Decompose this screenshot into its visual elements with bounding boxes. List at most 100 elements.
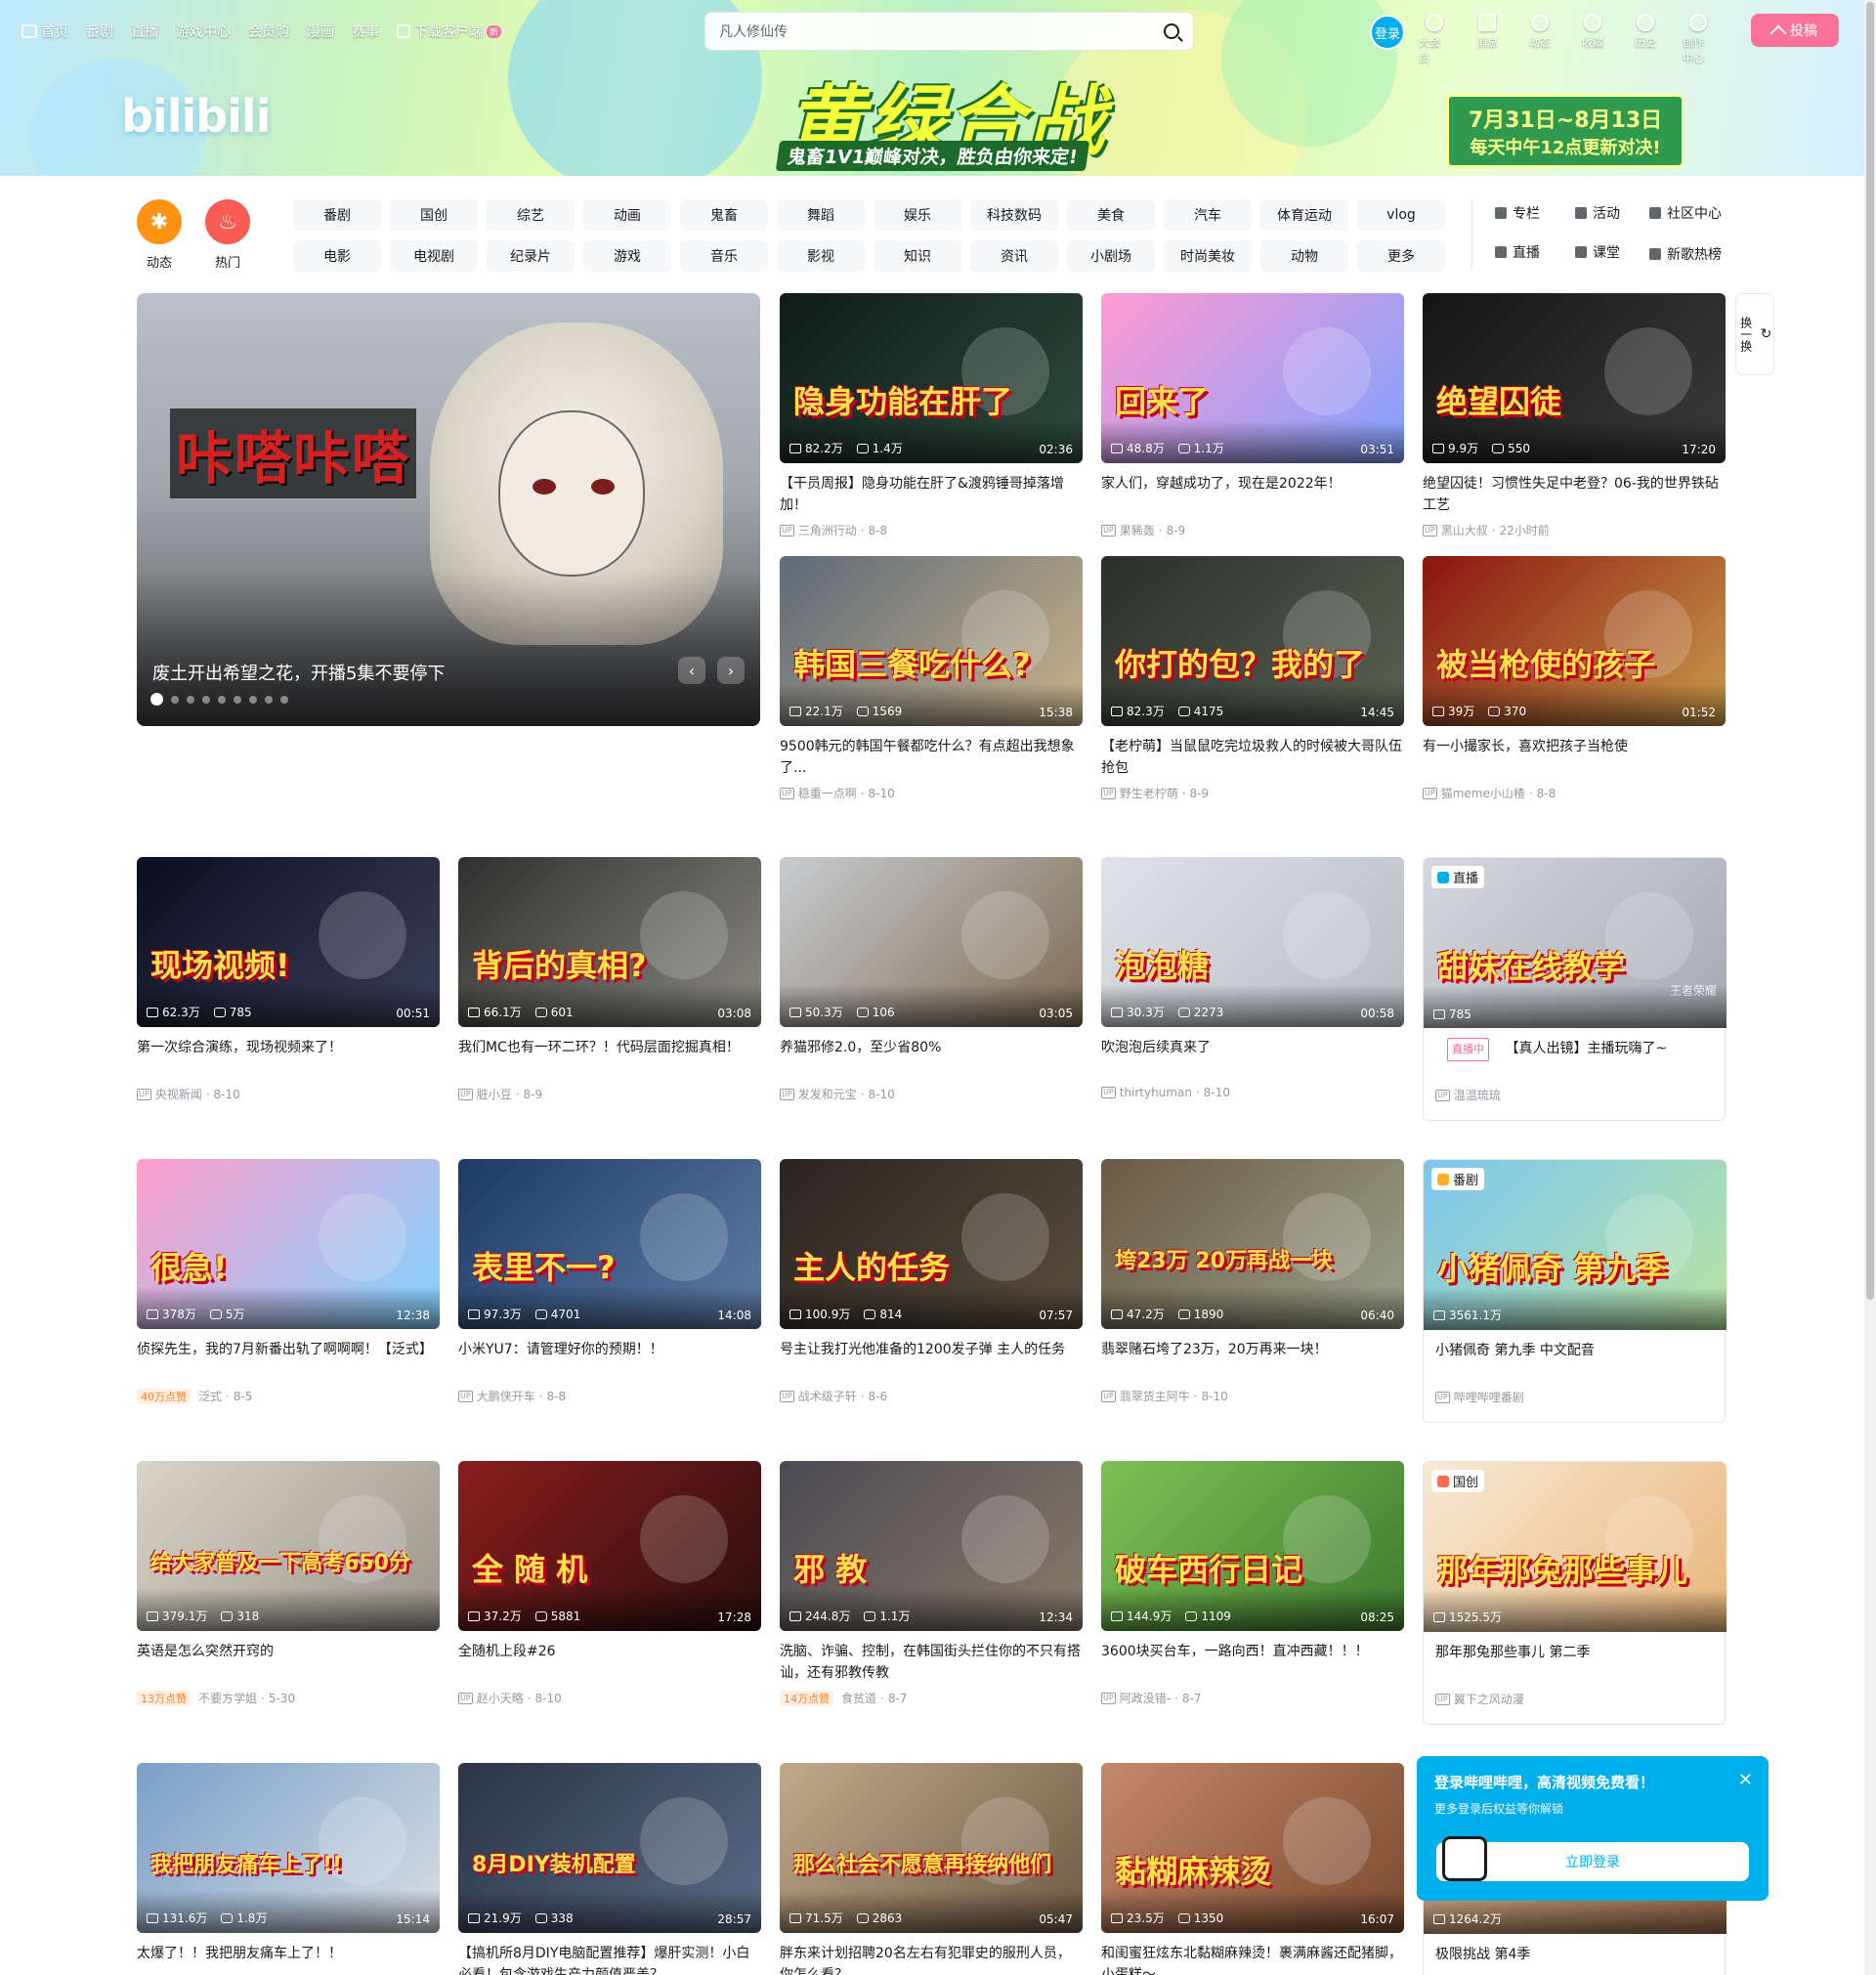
channel-button[interactable]: 时尚美妆	[1164, 240, 1252, 272]
video-title[interactable]: 全随机上段#26	[458, 1641, 761, 1684]
video-author[interactable]: 温温琉琉	[1454, 1087, 1501, 1103]
video-author[interactable]: 战术级子轩	[798, 1388, 857, 1404]
video-card[interactable]: 绝望囚徒 9.9万 550 17:20 绝望囚徒！习惯性失足中老登？06-我的世…	[1423, 293, 1726, 538]
channel-button[interactable]: 体育运动	[1260, 199, 1348, 231]
video-card[interactable]: 全 随 机 37.2万 5881 17:28 全随机上段#26 UP 赵小天略 …	[458, 1461, 761, 1706]
upload-button[interactable]: 投稿	[1751, 14, 1839, 47]
video-thumbnail[interactable]: 那么社会不愿意再接纳他们 71.5万 2863 05:47	[780, 1763, 1083, 1933]
video-title[interactable]: 【老柠萌】当鼠鼠吃完垃圾救人的时候被大哥队伍抢包	[1101, 736, 1404, 779]
video-author[interactable]: 三角洲行动	[798, 522, 857, 538]
carousel-dot[interactable]	[171, 695, 179, 704]
video-title[interactable]: 和闺蜜狂炫东北黏糊麻辣烫！裹满麻酱还配猪脚，小蛋糕～	[1101, 1943, 1404, 1975]
video-title[interactable]: 3600块买台车，一路向西！直冲西藏！！！	[1101, 1641, 1404, 1684]
video-thumbnail[interactable]: 垮23万 20万再战一块 47.2万 1890 06:40	[1101, 1159, 1404, 1329]
video-author[interactable]: thirtyhuman	[1120, 1086, 1192, 1099]
video-title[interactable]: 【搞机所8月DIY电脑配置推荐】爆肝实测！小白必看！包含游戏生产力颜值严盖？	[458, 1943, 761, 1975]
nav-manga[interactable]: 漫画	[307, 21, 334, 41]
nav-home[interactable]: 首页	[21, 21, 68, 41]
video-title[interactable]: 养猫邪修2.0，至少省80%	[780, 1037, 1083, 1080]
close-icon[interactable]: ✕	[1738, 1770, 1753, 1790]
video-title[interactable]: 太爆了！！我把朋友痛车上了！！	[137, 1943, 440, 1975]
favorites-entry[interactable]: 收藏	[1577, 14, 1608, 65]
video-author[interactable]: 野生老柠萌	[1120, 785, 1178, 801]
video-author[interactable]: 哔哩哔哩番剧	[1454, 1389, 1524, 1405]
video-author[interactable]: 大鹏侠开车	[477, 1388, 535, 1404]
video-title[interactable]: 英语是怎么突然开窍的	[137, 1641, 440, 1684]
search-icon[interactable]	[1164, 23, 1179, 39]
dynamic-circle-button[interactable]: ✱	[137, 199, 182, 244]
video-thumbnail[interactable]: 主人的任务 100.9万 814 07:57	[780, 1159, 1083, 1329]
video-card[interactable]: 邪 教 244.8万 1.1万 12:34 洗脑、诈骗、控制，在韩国街头拦住你的…	[780, 1461, 1083, 1706]
video-title[interactable]: 小猪佩奇 第九季 中文配音	[1424, 1340, 1725, 1383]
video-thumbnail[interactable]: 甜妹在线教学 直播王者荣耀 785	[1424, 858, 1727, 1028]
video-card[interactable]: 那么社会不愿意再接纳他们 71.5万 2863 05:47 胖东来计划招聘20名…	[780, 1763, 1083, 1975]
video-card[interactable]: 回来了 48.8万 1.1万 03:51 家人们，穿越成功了，现在是2022年！…	[1101, 293, 1404, 538]
video-author[interactable]: 果豨轰	[1120, 522, 1155, 538]
video-title[interactable]: 【干员周报】隐身功能在肝了&渡鸦锤哥掉落增加！	[780, 473, 1083, 516]
channel-button[interactable]: 知识	[874, 240, 961, 272]
channel-button[interactable]: 番剧	[293, 199, 381, 231]
video-thumbnail[interactable]: 泡泡糖 30.3万 2273 00:58	[1101, 857, 1404, 1027]
video-title[interactable]: 极限挑战 第4季	[1424, 1944, 1725, 1975]
channel-button[interactable]: 动物	[1260, 240, 1348, 272]
video-card[interactable]: 被当枪使的孩子 39万 370 01:52 有一小撮家长，喜欢把孩子当枪使 UP…	[1423, 556, 1726, 801]
channel-button[interactable]: 游戏	[583, 240, 671, 272]
video-thumbnail[interactable]: 8月DIY装机配置 21.9万 338 28:57	[458, 1763, 761, 1933]
scrollbar-thumb[interactable]	[1866, 2, 1874, 1300]
video-author[interactable]: 食贫道	[841, 1690, 876, 1706]
special-card[interactable]: 甜妹在线教学 直播王者荣耀 785 直播中 【真人出镜】主播玩嗨了~ UP 温温琉…	[1423, 857, 1727, 1121]
video-author[interactable]: 黑山大叔	[1441, 522, 1488, 538]
channel-button[interactable]: 科技数码	[970, 199, 1058, 231]
video-thumbnail[interactable]: 韩国三餐吃什么? 22.1万 1569 15:38	[780, 556, 1083, 726]
video-title[interactable]: 家人们，穿越成功了，现在是2022年！	[1101, 473, 1404, 516]
refresh-button[interactable]: ↻ 换一换	[1735, 293, 1774, 375]
channel-button[interactable]: 电影	[293, 240, 381, 272]
video-thumbnail[interactable]: 邪 教 244.8万 1.1万 12:34	[780, 1461, 1083, 1631]
carousel-dot[interactable]	[187, 695, 194, 704]
video-thumbnail[interactable]: 你打的包？我的了 82.3万 4175 14:45	[1101, 556, 1404, 726]
carousel-prev-button[interactable]: ‹	[678, 657, 705, 684]
video-card[interactable]: 现场视频! 62.3万 785 00:51 第一次综合演练，现场视频来了！ UP…	[137, 857, 440, 1102]
column-link[interactable]: 专栏	[1495, 203, 1571, 223]
video-title[interactable]: 绝望囚徒！习惯性失足中老登？06-我的世界铁砧工艺	[1423, 473, 1726, 516]
nav-esports[interactable]: 赛事	[352, 21, 379, 41]
live-link[interactable]: 直播	[1495, 242, 1571, 262]
video-title[interactable]: 那年那兔那些事儿 第二季	[1424, 1642, 1725, 1685]
channel-button[interactable]: 娱乐	[874, 199, 961, 231]
special-card[interactable]: 小猪佩奇 第九季 番剧 3561.1万 小猪佩奇 第九季 中文配音 UP 哔哩哔哩…	[1423, 1159, 1727, 1423]
video-author[interactable]: 发发和元宝	[798, 1086, 857, 1102]
video-title[interactable]: 第一次综合演练，现场视频来了！	[137, 1037, 440, 1080]
video-thumbnail[interactable]: 很急! 378万 5万 12:38	[137, 1159, 440, 1329]
video-thumbnail[interactable]: 全 随 机 37.2万 5881 17:28	[458, 1461, 761, 1631]
video-author[interactable]: 不要方学姐	[198, 1690, 257, 1706]
carousel-next-button[interactable]: ›	[717, 657, 745, 684]
video-card[interactable]: 表里不一? 97.3万 4701 14:08 小米YU7：请管理好你的预期！！ …	[458, 1159, 761, 1404]
video-author[interactable]: 泛式	[198, 1388, 222, 1404]
bilibili-logo[interactable]: bilibili	[121, 90, 271, 143]
video-card[interactable]: 背后的真相? 66.1万 601 03:08 我们MC也有一环二环？！代码层面挖…	[458, 857, 761, 1102]
video-title[interactable]: 9500韩元的韩国午餐都吃什么？有点超出我想象了...	[780, 736, 1083, 779]
search-input[interactable]: 凡人修仙传	[719, 21, 1164, 41]
video-thumbnail[interactable]: 现场视频! 62.3万 785 00:51	[137, 857, 440, 1027]
nav-game-center[interactable]: 游戏中心	[176, 21, 231, 41]
video-card[interactable]: 8月DIY装机配置 21.9万 338 28:57 【搞机所8月DIY电脑配置推…	[458, 1763, 761, 1975]
video-title[interactable]: 胖东来计划招聘20名左右有犯罪史的服刑人员，你怎么看？	[780, 1943, 1083, 1975]
channel-button[interactable]: 资讯	[970, 240, 1058, 272]
carousel-dot[interactable]	[150, 693, 163, 706]
featured-carousel[interactable]: 咔嗒咔嗒 废土开出希望之花，开播5集不要停下 ‹ ›	[137, 293, 760, 726]
channel-button[interactable]: 舞蹈	[777, 199, 865, 231]
channel-more-button[interactable]: 更多	[1357, 240, 1445, 272]
video-card[interactable]: 你打的包？我的了 82.3万 4175 14:45 【老柠萌】当鼠鼠吃完垃圾救人…	[1101, 556, 1404, 801]
carousel-dot[interactable]	[202, 695, 210, 704]
channel-button[interactable]: 综艺	[487, 199, 575, 231]
nav-bangumi[interactable]: 番剧	[86, 21, 113, 41]
video-thumbnail[interactable]: 那年那兔那些事儿 国创 1525.5万	[1424, 1462, 1727, 1632]
scrollbar[interactable]	[1864, 0, 1876, 1975]
vip-entry[interactable]: 大会员	[1419, 14, 1450, 65]
channel-button[interactable]: 美食	[1067, 199, 1155, 231]
carousel-dot[interactable]	[280, 695, 288, 704]
community-link[interactable]: 社区中心	[1649, 203, 1722, 223]
video-card[interactable]: 黏糊麻辣烫 23.5万 1350 16:07 和闺蜜狂炫东北黏糊麻辣烫！裹满麻酱…	[1101, 1763, 1404, 1975]
channel-button[interactable]: 音乐	[680, 240, 768, 272]
video-card[interactable]: 破车西行日记 144.9万 1109 08:25 3600块买台车，一路向西！直…	[1101, 1461, 1404, 1706]
